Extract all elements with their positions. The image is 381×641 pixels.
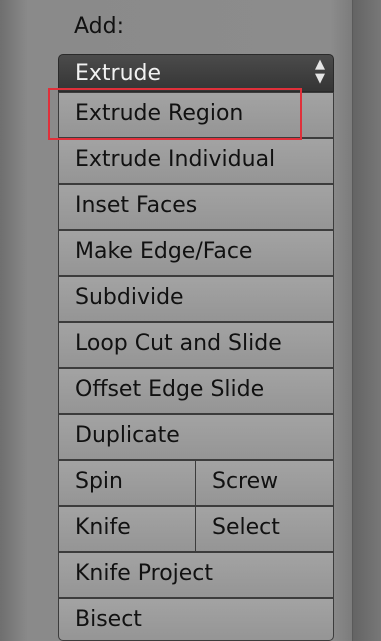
make-edge-face-button[interactable]: Make Edge/Face <box>58 230 334 276</box>
bisect-label: Bisect <box>75 607 142 632</box>
screw-label: Screw <box>212 469 279 494</box>
inset-faces-button[interactable]: Inset Faces <box>58 184 334 230</box>
tool-panel: Add: Extrude ▲ ▼ Extrude Region Extrude I… <box>0 0 381 641</box>
panel-edge <box>352 0 381 641</box>
extrude-region-button[interactable]: Extrude Region <box>58 92 334 138</box>
loop-cut-and-slide-label: Loop Cut and Slide <box>75 331 282 356</box>
select-label: Select <box>212 515 280 540</box>
knife-project-label: Knife Project <box>75 561 214 586</box>
extrude-individual-button[interactable]: Extrude Individual <box>58 138 334 184</box>
spin-button[interactable]: Spin <box>58 460 196 506</box>
extrude-region-label: Extrude Region <box>75 101 244 126</box>
make-edge-face-label: Make Edge/Face <box>75 239 253 264</box>
select-button[interactable]: Select <box>195 506 334 552</box>
knife-label: Knife <box>75 515 131 540</box>
spin-label: Spin <box>75 469 123 494</box>
duplicate-label: Duplicate <box>75 423 180 448</box>
loop-cut-and-slide-button[interactable]: Loop Cut and Slide <box>58 322 334 368</box>
dropdown-selected-value: Extrude <box>75 61 162 86</box>
extrude-dropdown[interactable]: Extrude ▲ ▼ <box>58 54 334 92</box>
extrude-individual-label: Extrude Individual <box>75 147 276 172</box>
inset-faces-label: Inset Faces <box>75 193 198 218</box>
offset-edge-slide-label: Offset Edge Slide <box>75 377 265 402</box>
duplicate-button[interactable]: Duplicate <box>58 414 334 460</box>
bisect-button[interactable]: Bisect <box>58 598 334 641</box>
offset-edge-slide-button[interactable]: Offset Edge Slide <box>58 368 334 414</box>
add-label: Add: <box>74 14 125 39</box>
knife-project-button[interactable]: Knife Project <box>58 552 334 598</box>
knife-button[interactable]: Knife <box>58 506 196 552</box>
up-down-arrows-icon: ▲ ▼ <box>315 57 325 86</box>
subdivide-button[interactable]: Subdivide <box>58 276 334 322</box>
screw-button[interactable]: Screw <box>195 460 334 506</box>
subdivide-label: Subdivide <box>75 285 184 310</box>
